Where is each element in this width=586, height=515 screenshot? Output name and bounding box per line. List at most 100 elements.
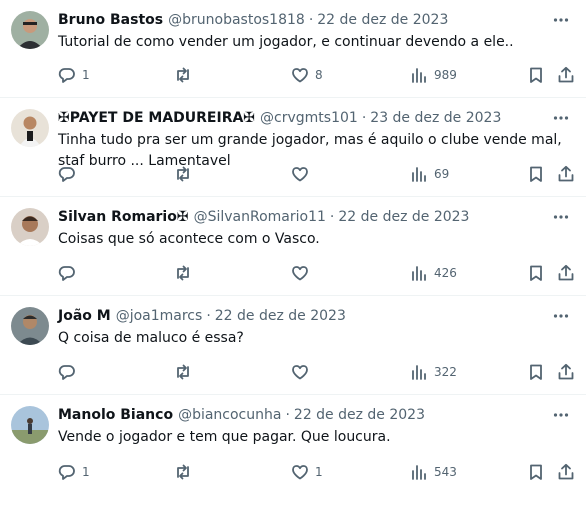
tweet[interactable]: Silvan Romario✠ @SilvanRomario11 · 22 de…: [0, 197, 586, 296]
retweet-icon: [177, 265, 189, 281]
like-button[interactable]: 8: [291, 65, 323, 85]
views-chart-icon: [412, 465, 426, 480]
user-handle[interactable]: @brunobastos1818: [168, 12, 305, 28]
retweet-button[interactable]: [174, 65, 198, 85]
bookmark-icon: [530, 364, 542, 380]
bookmark-button[interactable]: [527, 263, 545, 283]
display-name[interactable]: Manolo Bianco: [58, 407, 173, 423]
tweet-text: Coisas que só acontece com o Vasco.: [58, 231, 320, 247]
tweet-date[interactable]: 23 de dez de 2023: [370, 110, 501, 126]
share-button[interactable]: [557, 164, 575, 184]
reply-button[interactable]: [58, 362, 82, 382]
heart-icon: [292, 68, 308, 83]
like-button[interactable]: [291, 164, 315, 184]
share-icon: [558, 264, 574, 281]
separator-dot: ·: [285, 407, 290, 423]
tweet[interactable]: ✠PAYET DE MADUREIRA✠ @crvgmts101 · 23 de…: [0, 98, 586, 197]
display-name[interactable]: João M: [58, 308, 111, 324]
reply-button[interactable]: 1: [58, 65, 90, 85]
views-count: 543: [434, 465, 457, 479]
bookmark-button[interactable]: [527, 462, 545, 482]
reply-button[interactable]: 1: [58, 462, 90, 482]
share-icon: [558, 363, 574, 380]
more-dots-icon[interactable]: [550, 405, 572, 425]
views-button[interactable]: 543: [410, 462, 457, 482]
reply-count: 1: [82, 465, 90, 479]
views-count: 322: [434, 365, 457, 379]
views-button[interactable]: 322: [410, 362, 457, 382]
views-button[interactable]: 989: [410, 65, 457, 85]
share-button[interactable]: [557, 462, 575, 482]
avatar[interactable]: [11, 307, 49, 345]
action-bar: 322: [58, 362, 576, 382]
share-button[interactable]: [557, 362, 575, 382]
tweet-date[interactable]: 22 de dez de 2023: [338, 209, 469, 225]
heart-icon: [292, 266, 308, 281]
reply-feed: Bruno Bastos @brunobastos1818 · 22 de de…: [0, 0, 586, 515]
share-button[interactable]: [557, 263, 575, 283]
display-name[interactable]: Bruno Bastos: [58, 12, 163, 28]
like-button[interactable]: [291, 263, 315, 283]
separator-dot: ·: [206, 308, 211, 324]
user-handle[interactable]: @crvgmts101: [260, 110, 358, 126]
views-button[interactable]: 69: [410, 164, 449, 184]
retweet-icon: [177, 464, 189, 480]
tweet[interactable]: Manolo Bianco @biancocunha · 22 de dez d…: [0, 395, 586, 494]
views-chart-icon: [412, 167, 426, 182]
retweet-icon: [177, 364, 189, 380]
like-button[interactable]: 1: [291, 462, 323, 482]
tweet-date[interactable]: 22 de dez de 2023: [317, 12, 448, 28]
bookmark-button[interactable]: [527, 65, 545, 85]
tweet-date[interactable]: 22 de dez de 2023: [215, 308, 346, 324]
share-icon: [558, 463, 574, 480]
avatar[interactable]: [11, 406, 49, 444]
user-handle[interactable]: @SilvanRomario11: [194, 209, 326, 225]
action-bar: 426: [58, 263, 576, 283]
retweet-button[interactable]: [174, 164, 198, 184]
retweet-button[interactable]: [174, 362, 198, 382]
retweet-icon: [177, 166, 189, 182]
reply-icon: [58, 266, 75, 281]
tweet-date[interactable]: 22 de dez de 2023: [294, 407, 425, 423]
share-icon: [558, 165, 574, 182]
avatar[interactable]: [11, 109, 49, 147]
retweet-button[interactable]: [174, 462, 198, 482]
tweet[interactable]: Bruno Bastos @brunobastos1818 · 22 de de…: [0, 0, 586, 98]
views-chart-icon: [412, 266, 426, 281]
bookmark-icon: [530, 166, 542, 182]
separator-dot: ·: [308, 12, 314, 28]
user-handle[interactable]: @joa1marcs: [116, 308, 203, 324]
tweet-text: Vende o jogador e tem que pagar. Que lou…: [58, 429, 391, 445]
reply-button[interactable]: [58, 263, 82, 283]
bookmark-icon: [530, 464, 542, 480]
tweet-text: Q coisa de maluco é essa?: [58, 330, 244, 346]
share-button[interactable]: [557, 65, 575, 85]
heart-icon: [292, 365, 308, 380]
display-name[interactable]: Silvan Romario✠: [58, 209, 189, 225]
retweet-button[interactable]: [174, 263, 198, 283]
retweet-icon: [177, 67, 189, 83]
share-icon: [558, 66, 574, 83]
avatar[interactable]: [11, 208, 49, 246]
action-bar: 1 8 989: [58, 65, 576, 85]
more-dots-icon[interactable]: [550, 306, 572, 326]
heart-icon: [292, 465, 308, 480]
views-button[interactable]: 426: [410, 263, 457, 283]
separator-dot: ·: [329, 209, 335, 225]
bookmark-button[interactable]: [527, 362, 545, 382]
like-count: 1: [315, 465, 323, 479]
bookmark-icon: [530, 67, 542, 83]
reply-icon: [58, 167, 75, 182]
user-handle[interactable]: @biancocunha: [178, 407, 281, 423]
tweet[interactable]: João M @joa1marcs · 22 de dez de 2023 Q …: [0, 296, 586, 395]
avatar[interactable]: [11, 11, 49, 49]
more-dots-icon[interactable]: [550, 207, 572, 227]
bookmark-button[interactable]: [527, 164, 545, 184]
action-bar: 69: [58, 164, 576, 184]
display-name[interactable]: ✠PAYET DE MADUREIRA✠: [58, 110, 255, 126]
reply-button[interactable]: [58, 164, 82, 184]
more-dots-icon[interactable]: [550, 108, 572, 128]
heart-icon: [292, 167, 308, 182]
more-dots-icon[interactable]: [550, 10, 572, 30]
like-button[interactable]: [291, 362, 315, 382]
